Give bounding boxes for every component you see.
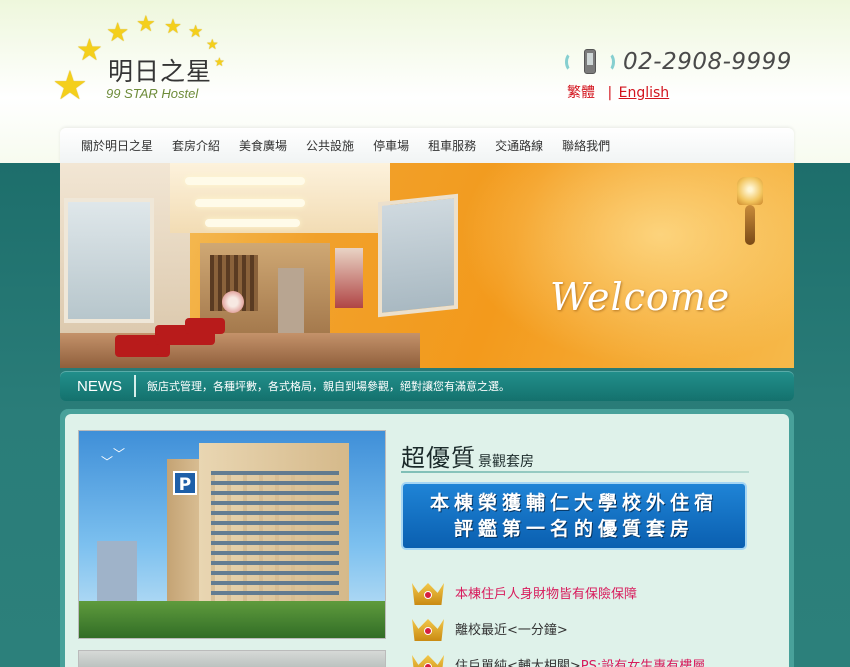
news-bar: NEWS 飯店式管理，各種坪數，各式格局，親自到場參觀，絕對讓您有滿意之選。 bbox=[60, 371, 794, 401]
feature-note: PS:設有女生專有樓層 bbox=[580, 658, 706, 667]
star-icon: ★ bbox=[52, 63, 88, 109]
feature-text: 住戶單純<輔大相關> bbox=[455, 658, 581, 667]
nav-about[interactable]: 關於明日之星 bbox=[81, 137, 153, 154]
news-divider bbox=[134, 375, 136, 397]
feature-list: 本棟住戶人身財物皆有保險保障 離校最近<一分鐘> 住戶單純<輔大相關> PS:設… bbox=[409, 574, 749, 667]
building-photo[interactable]: ﹀ ﹀ P bbox=[78, 430, 386, 639]
welcome-banner: Welcome bbox=[60, 163, 794, 368]
list-item: 本棟住戶人身財物皆有保險保障 bbox=[409, 574, 749, 610]
crown-icon bbox=[409, 577, 447, 607]
news-label: NEWS bbox=[77, 377, 122, 395]
star-icon: ★ bbox=[214, 55, 225, 69]
suite-title-big: 超優質 bbox=[401, 444, 476, 472]
main-nav: 關於明日之星 套房介紹 美食廣場 公共設施 停車場 租車服務 交通路線 聯絡我們 bbox=[60, 128, 794, 163]
nav-suites[interactable]: 套房介紹 bbox=[172, 137, 220, 154]
nav-food-court[interactable]: 美食廣場 bbox=[239, 137, 287, 154]
lang-traditional-link[interactable]: 繁體 bbox=[567, 85, 595, 101]
nav-facilities[interactable]: 公共設施 bbox=[306, 137, 354, 154]
nav-parking[interactable]: 停車場 bbox=[373, 137, 409, 154]
logo[interactable]: ★ ★ ★ ★ ★ ★ ★ ★ 明日之星 99 STAR Hostel bbox=[50, 14, 240, 114]
nav-car-rental[interactable]: 租車服務 bbox=[428, 137, 476, 154]
feature-text: 本棟住戶人身財物皆有保險保障 bbox=[455, 586, 638, 602]
suite-heading: 超優質 景觀套房 bbox=[401, 438, 534, 473]
star-icon: ★ bbox=[164, 14, 182, 38]
award-line-1: 本棟榮獲輔仁大學校外住宿 bbox=[429, 492, 718, 514]
news-text[interactable]: 飯店式管理，各種坪數，各式格局，親自到場參觀，絕對讓您有滿意之選。 bbox=[147, 378, 510, 394]
logo-subtitle: 99 STAR Hostel bbox=[106, 86, 199, 101]
phone-icon bbox=[565, 48, 615, 76]
star-icon: ★ bbox=[136, 12, 156, 37]
divider bbox=[401, 471, 749, 473]
star-icon: ★ bbox=[76, 33, 103, 68]
list-item: 住戶單純<輔大相關> PS:設有女生專有樓層 bbox=[409, 646, 749, 667]
suite-title-small: 景觀套房 bbox=[478, 454, 534, 470]
phone-number: 02-2908-9999 bbox=[623, 49, 792, 75]
award-line-2: 評鑑第一名的優質套房 bbox=[453, 518, 694, 540]
feature-text: 離校最近<一分鐘> bbox=[455, 622, 568, 638]
room-photo[interactable] bbox=[78, 650, 386, 667]
nav-contact[interactable]: 聯絡我們 bbox=[562, 137, 610, 154]
star-icon: ★ bbox=[206, 37, 219, 53]
star-icon: ★ bbox=[106, 18, 130, 48]
content-inner: ﹀ ﹀ P 超優質 景觀套房 本棟榮獲輔仁大學校外住宿 評鑑第一名的優質套房 本… bbox=[65, 414, 789, 667]
language-switcher: 繁體 | English bbox=[567, 82, 669, 102]
nav-directions[interactable]: 交通路線 bbox=[495, 137, 543, 154]
phone-contact: 02-2908-9999 bbox=[565, 48, 792, 76]
logo-name: 明日之星 bbox=[108, 57, 213, 86]
crown-icon bbox=[409, 613, 447, 643]
banner-welcome-text: Welcome bbox=[550, 275, 731, 319]
content-panel: ﹀ ﹀ P 超優質 景觀套房 本棟榮獲輔仁大學校外住宿 評鑑第一名的優質套房 本… bbox=[60, 409, 794, 667]
wall-lamp-icon bbox=[730, 177, 770, 249]
lang-english-link[interactable]: English bbox=[619, 85, 670, 101]
award-banner: 本棟榮獲輔仁大學校外住宿 評鑑第一名的優質套房 bbox=[401, 482, 747, 550]
star-icon: ★ bbox=[188, 22, 204, 42]
list-item: 離校最近<一分鐘> bbox=[409, 610, 749, 646]
lang-separator: | bbox=[607, 85, 613, 101]
crown-icon bbox=[409, 649, 447, 667]
parking-sign-icon: P bbox=[173, 471, 197, 495]
